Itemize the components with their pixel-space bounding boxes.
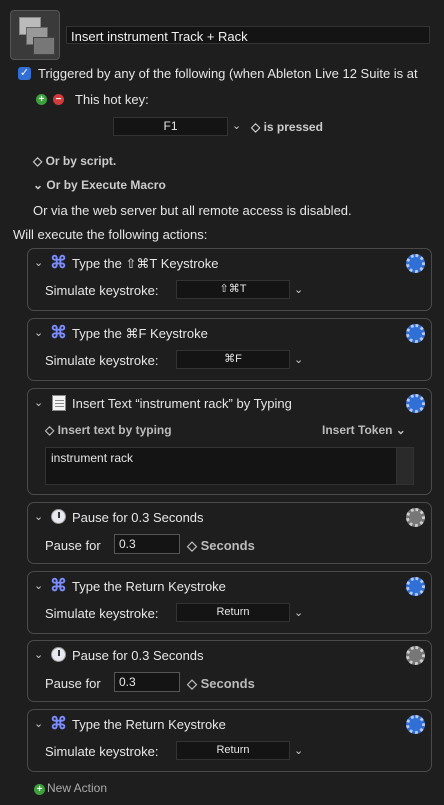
action-card-keystroke-1[interactable]: ⌄ ⌘ Type the ⇧⌘T Keystroke Simulate keys… xyxy=(27,248,432,311)
simulate-keystroke-label: Simulate keystroke: xyxy=(45,606,159,621)
actions-header: Will execute the following actions: xyxy=(13,227,208,242)
collapse-chevron-icon[interactable]: ⌄ xyxy=(34,648,43,661)
or-by-execute-macro[interactable]: ⌄ Or by Execute Macro xyxy=(33,178,166,192)
command-key-icon: ⌘ xyxy=(50,576,67,595)
keystroke-field[interactable]: Return xyxy=(176,741,290,760)
collapse-chevron-icon[interactable]: ⌄ xyxy=(34,579,43,592)
text-area-scrollbar[interactable] xyxy=(397,447,414,485)
action-gear-icon[interactable] xyxy=(406,394,425,413)
pause-for-label: Pause for xyxy=(45,538,101,553)
collapse-chevron-icon[interactable]: ⌄ xyxy=(34,717,43,730)
pause-for-label: Pause for xyxy=(45,676,101,691)
simulate-keystroke-label: Simulate keystroke: xyxy=(45,283,159,298)
hotkey-field[interactable]: F1 xyxy=(113,117,228,136)
keystroke-chevron-icon[interactable]: ⌄ xyxy=(294,283,303,296)
collapse-chevron-icon[interactable]: ⌄ xyxy=(34,510,43,523)
add-trigger-icon[interactable]: + xyxy=(36,94,47,105)
hotkey-label: This hot key: xyxy=(75,92,149,107)
keystroke-field[interactable]: ⌘F xyxy=(176,350,290,369)
macro-name-field[interactable]: Insert instrument Track + Rack xyxy=(66,26,430,44)
insert-mode-popup[interactable]: ◇ Insert text by typing xyxy=(45,423,172,437)
simulate-keystroke-label: Simulate keystroke: xyxy=(45,744,159,759)
simulate-keystroke-label: Simulate keystroke: xyxy=(45,353,159,368)
command-key-icon: ⌘ xyxy=(50,323,67,342)
or-by-script[interactable]: ◇ Or by script. xyxy=(33,154,116,168)
collapse-chevron-icon[interactable]: ⌄ xyxy=(34,396,43,409)
keystroke-chevron-icon[interactable]: ⌄ xyxy=(294,353,303,366)
action-title: Type the ⌘F Keystroke xyxy=(72,326,208,341)
hotkey-clear-chevron-icon[interactable]: ⌄ xyxy=(232,119,241,132)
command-key-icon: ⌘ xyxy=(50,714,67,733)
action-title: Type the ⇧⌘T Keystroke xyxy=(72,256,219,271)
pause-duration-field[interactable]: 0.3 xyxy=(114,672,180,692)
action-card-keystroke-3[interactable]: ⌄ ⌘ Type the Return Keystroke Simulate k… xyxy=(27,571,432,634)
action-card-pause-2[interactable]: ⌄ Pause for 0.3 Seconds Pause for 0.3 ◇ … xyxy=(27,640,432,702)
keystroke-chevron-icon[interactable]: ⌄ xyxy=(294,744,303,757)
action-gear-icon[interactable] xyxy=(406,508,425,527)
keystroke-field[interactable]: ⇧⌘T xyxy=(176,280,290,299)
insert-token-menu[interactable]: Insert Token ⌄ xyxy=(322,423,406,437)
collapse-chevron-icon[interactable]: ⌄ xyxy=(34,326,43,339)
pause-unit-popup[interactable]: ◇ Seconds xyxy=(187,538,255,554)
action-card-keystroke-4[interactable]: ⌄ ⌘ Type the Return Keystroke Simulate k… xyxy=(27,709,432,772)
new-action-add-icon[interactable]: + xyxy=(34,784,45,795)
action-gear-icon[interactable] xyxy=(406,715,425,734)
action-title: Type the Return Keystroke xyxy=(72,579,226,594)
action-card-insert-text[interactable]: ⌄ Insert Text “instrument rack” by Typin… xyxy=(27,388,432,495)
action-title: Type the Return Keystroke xyxy=(72,717,226,732)
action-card-pause-1[interactable]: ⌄ Pause for 0.3 Seconds Pause for 0.3 ◇ … xyxy=(27,502,432,564)
collapse-chevron-icon[interactable]: ⌄ xyxy=(34,256,43,269)
action-title: Pause for 0.3 Seconds xyxy=(72,648,204,663)
action-title: Pause for 0.3 Seconds xyxy=(72,510,204,525)
clock-icon xyxy=(50,646,67,663)
insert-text-area[interactable]: instrument rack xyxy=(45,447,397,485)
triggered-checkbox[interactable]: ✓ xyxy=(18,67,31,80)
action-title: Insert Text “instrument rack” by Typing xyxy=(72,396,292,411)
keystroke-chevron-icon[interactable]: ⌄ xyxy=(294,606,303,619)
action-gear-icon[interactable] xyxy=(406,577,425,596)
action-card-keystroke-2[interactable]: ⌄ ⌘ Type the ⌘F Keystroke Simulate keyst… xyxy=(27,318,432,381)
command-key-icon: ⌘ xyxy=(50,253,67,272)
notepad-icon xyxy=(50,394,67,411)
trigger-label: Triggered by any of the following (when … xyxy=(38,66,418,81)
action-gear-icon[interactable] xyxy=(406,324,425,343)
macro-icon[interactable] xyxy=(10,10,60,60)
hotkey-condition-popup[interactable]: ◇ is pressed xyxy=(251,120,323,134)
remove-trigger-icon[interactable]: − xyxy=(53,94,64,105)
action-gear-icon[interactable] xyxy=(406,646,425,665)
action-gear-icon[interactable] xyxy=(406,254,425,273)
clock-icon xyxy=(50,508,67,525)
web-server-note: Or via the web server but all remote acc… xyxy=(33,203,352,218)
new-action-button[interactable]: New Action xyxy=(47,781,107,795)
pause-duration-field[interactable]: 0.3 xyxy=(114,534,180,554)
keystroke-field[interactable]: Return xyxy=(176,603,290,622)
pause-unit-popup[interactable]: ◇ Seconds xyxy=(187,676,255,692)
